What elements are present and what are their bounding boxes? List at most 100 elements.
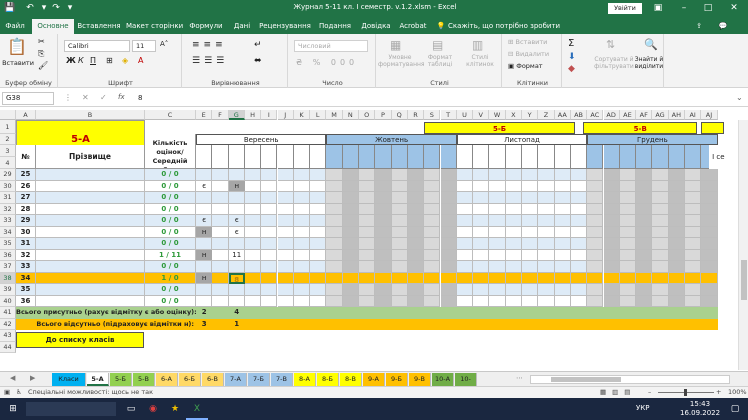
row-header[interactable]: 40 <box>0 295 16 307</box>
day-cell[interactable] <box>603 203 620 215</box>
sheet-tab[interactable]: 7-Б <box>248 373 270 386</box>
column-header[interactable]: M <box>326 110 343 120</box>
day-cell[interactable] <box>310 192 327 204</box>
sheet-tab[interactable]: 5-Б <box>110 373 132 386</box>
day-cell[interactable] <box>196 169 213 181</box>
day-cell[interactable] <box>326 261 343 273</box>
cut-icon[interactable]: ✂ <box>38 37 45 46</box>
day-cell[interactable] <box>391 226 408 238</box>
surname-cell[interactable] <box>36 249 145 261</box>
day-cell[interactable] <box>424 215 441 227</box>
surname-cell[interactable] <box>36 169 145 181</box>
row-num-cell[interactable]: 30 <box>16 226 36 238</box>
day-cell[interactable] <box>440 272 457 284</box>
sheet-tab[interactable]: 5-В <box>133 373 155 386</box>
day-cell[interactable] <box>685 238 702 250</box>
score-cell[interactable]: 0 / 0 <box>145 203 196 215</box>
day-cell[interactable] <box>326 238 343 250</box>
day-cell[interactable] <box>261 284 278 296</box>
day-cell[interactable] <box>587 192 604 204</box>
day-cell[interactable] <box>538 180 555 192</box>
day-cell[interactable] <box>554 226 571 238</box>
day-cell[interactable] <box>668 272 685 284</box>
day-cell[interactable] <box>701 192 718 204</box>
day-cell[interactable] <box>636 226 653 238</box>
minimize-icon[interactable]: – <box>678 1 690 15</box>
day-cell[interactable] <box>293 238 311 250</box>
day-cell[interactable] <box>701 272 718 284</box>
day-cell[interactable] <box>668 249 685 261</box>
day-cell[interactable] <box>440 284 457 296</box>
day-header-cell[interactable] <box>554 145 571 169</box>
day-cell[interactable] <box>342 284 359 296</box>
day-cell[interactable] <box>505 203 522 215</box>
column-header[interactable]: AG <box>652 110 669 120</box>
day-cell[interactable] <box>619 261 637 273</box>
day-cell[interactable] <box>538 295 555 307</box>
day-cell[interactable] <box>359 180 376 192</box>
day-cell[interactable] <box>391 249 408 261</box>
day-cell[interactable] <box>375 249 392 261</box>
column-header[interactable]: V <box>473 110 490 120</box>
mark-cell[interactable]: є <box>196 215 213 227</box>
day-cell[interactable] <box>244 261 262 273</box>
day-cell[interactable] <box>636 180 653 192</box>
day-cell[interactable] <box>505 295 522 307</box>
more-sheets-icon[interactable]: ⋯ <box>516 374 523 382</box>
day-header-cell[interactable] <box>652 145 669 169</box>
font-name-select[interactable]: Calibri <box>64 40 130 52</box>
day-cell[interactable] <box>424 295 441 307</box>
day-header-cell[interactable] <box>407 145 425 169</box>
confirm-formula-icon[interactable]: ✓ <box>100 93 107 102</box>
column-header[interactable]: H <box>244 110 262 120</box>
row-num-cell[interactable]: 33 <box>16 261 36 273</box>
surname-cell[interactable] <box>36 295 145 307</box>
day-cell[interactable] <box>375 272 392 284</box>
day-cell[interactable] <box>407 169 425 181</box>
day-cell[interactable] <box>473 272 490 284</box>
row-num-cell[interactable]: 28 <box>16 203 36 215</box>
day-cell[interactable] <box>326 272 343 284</box>
day-cell[interactable] <box>440 203 457 215</box>
day-cell[interactable] <box>538 284 555 296</box>
day-cell[interactable] <box>587 295 604 307</box>
day-cell[interactable] <box>522 249 539 261</box>
day-header-cell[interactable] <box>538 145 555 169</box>
day-cell[interactable] <box>407 238 425 250</box>
underline-icon[interactable]: П <box>90 56 96 65</box>
sheet-tab[interactable]: 9-В <box>409 373 431 386</box>
day-cell[interactable] <box>196 203 213 215</box>
day-cell[interactable] <box>196 238 213 250</box>
day-cell[interactable] <box>261 272 278 284</box>
row-header[interactable]: 31 <box>0 192 16 204</box>
day-cell[interactable] <box>570 215 588 227</box>
column-header[interactable]: G <box>228 110 245 120</box>
day-cell[interactable] <box>310 215 327 227</box>
day-cell[interactable] <box>196 295 213 307</box>
day-cell[interactable] <box>261 249 278 261</box>
day-cell[interactable] <box>505 249 522 261</box>
day-cell[interactable] <box>522 169 539 181</box>
day-cell[interactable] <box>359 226 376 238</box>
day-cell[interactable] <box>636 295 653 307</box>
day-cell[interactable] <box>342 215 359 227</box>
day-cell[interactable] <box>505 192 522 204</box>
day-cell[interactable] <box>407 180 425 192</box>
wrap-text-icon[interactable]: ↵ <box>254 40 262 50</box>
day-cell[interactable] <box>391 284 408 296</box>
day-cell[interactable] <box>668 295 685 307</box>
day-cell[interactable] <box>261 203 278 215</box>
app-icon-2[interactable]: ★ <box>168 402 182 416</box>
score-cell[interactable]: 0 / 0 <box>145 180 196 192</box>
day-cell[interactable] <box>293 203 311 215</box>
select-all-corner[interactable] <box>0 110 16 120</box>
day-cell[interactable] <box>619 238 637 250</box>
day-cell[interactable] <box>668 284 685 296</box>
day-cell[interactable] <box>424 261 441 273</box>
day-cell[interactable] <box>212 272 229 284</box>
day-cell[interactable] <box>652 226 669 238</box>
row-header[interactable]: 43 <box>0 330 16 342</box>
day-cell[interactable] <box>440 238 457 250</box>
share-icon[interactable]: ⇪ <box>692 19 706 34</box>
day-cell[interactable] <box>636 238 653 250</box>
